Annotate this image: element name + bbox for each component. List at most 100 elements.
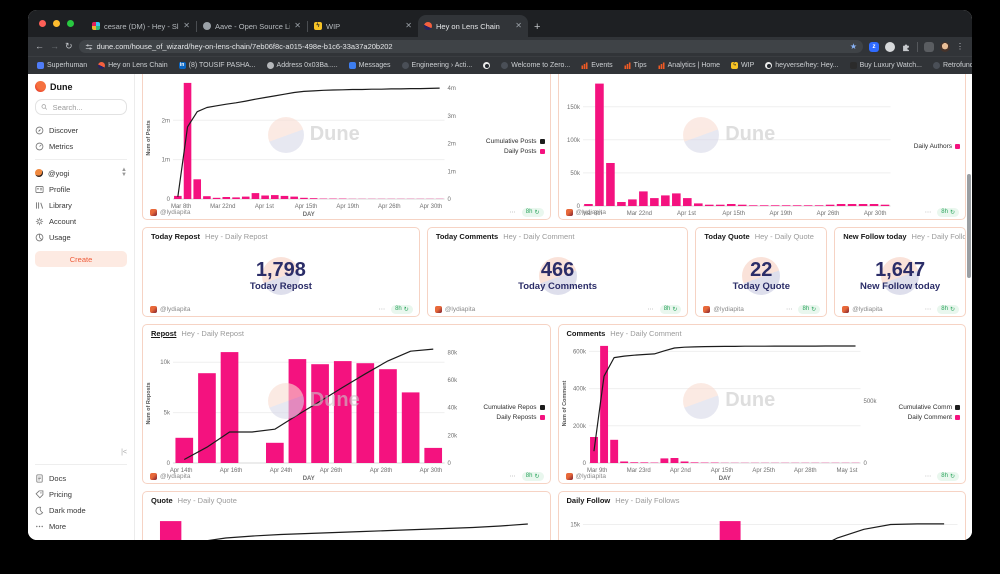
chart-body: 0 200k 400k 600k 0 500k Mar 9th Mar 23rd Apr 2nd… (559, 341, 966, 483)
refresh-badge[interactable]: 8h ↻ (659, 304, 682, 314)
legend-label: Cumulative Repos (483, 403, 537, 411)
bookmark-item[interactable]: Hey on Lens Chain (98, 62, 168, 69)
browser-menu-icon[interactable]: ⋮ (956, 42, 965, 51)
legend-item[interactable]: Daily Reposts (467, 414, 545, 421)
refresh-badge[interactable]: 8h ↻ (798, 304, 821, 314)
sidebar-item-dark-mode[interactable]: Dark mode (35, 502, 127, 518)
bookmark-item[interactable]: Address 0x03Ba..... (266, 62, 338, 69)
legend-item[interactable]: Cumulative Posts (467, 138, 545, 145)
bookmark-item[interactable]: Welcome to Zero... (501, 62, 570, 69)
sidebar-item-discover[interactable]: Discover (35, 122, 127, 138)
svg-text:0: 0 (167, 197, 171, 203)
profile-avatar[interactable] (940, 41, 950, 52)
refresh-badge[interactable]: 8h ↻ (937, 207, 959, 217)
card-menu-icon[interactable]: ⋯ (509, 208, 517, 216)
sidebar-item-usage[interactable]: Usage (35, 229, 127, 245)
reload-button[interactable]: ↻ (65, 42, 73, 51)
bookmark-item[interactable]: Messages (348, 62, 391, 69)
search-input[interactable] (50, 101, 121, 113)
extension-icon[interactable] (924, 41, 934, 52)
bookmark-item[interactable]: ϟ WIP (731, 62, 754, 69)
sidebar-item-metrics[interactable]: Metrics (35, 138, 127, 154)
sidebar-collapse-icon[interactable]: |< (121, 449, 127, 456)
bookmark-item[interactable]: Retrofunding | Vote (932, 62, 972, 69)
counter-title[interactable]: Today Repost (151, 232, 200, 241)
forward-button[interactable]: → (50, 42, 59, 51)
sidebar-item-library[interactable]: Library (35, 197, 127, 213)
chart-title[interactable]: Repost (151, 329, 176, 338)
browser-tab[interactable]: ϟ WIP ✕ (308, 15, 418, 37)
card-menu-icon[interactable]: ⋯ (786, 305, 794, 313)
sidebar-item-more[interactable]: More (35, 518, 127, 534)
refresh-badge[interactable]: 8h ↻ (521, 207, 544, 217)
legend-item[interactable]: Cumulative Comm (882, 404, 960, 411)
card-menu-icon[interactable]: ⋯ (925, 208, 933, 216)
close-window-button[interactable] (39, 20, 46, 27)
legend-item[interactable]: Daily Authors (898, 143, 960, 150)
tab-close-icon[interactable]: ✕ (515, 22, 522, 30)
bookmark-label: Address 0x03Ba..... (276, 62, 338, 69)
refresh-badge[interactable]: 8h ↻ (521, 471, 544, 481)
bookmark-item[interactable]: Events (581, 62, 613, 69)
sidebar-item-account[interactable]: Account (35, 213, 127, 229)
bookmark-item[interactable]: Buy Luxury Watch... (849, 62, 922, 69)
gray-circle-icon (266, 62, 274, 69)
sidebar-search[interactable] (35, 99, 127, 115)
dune-logo[interactable]: Dune (35, 81, 127, 92)
legend-item[interactable]: Daily Posts (467, 148, 545, 155)
svg-text:15k: 15k (570, 522, 580, 528)
tab-close-icon[interactable]: ✕ (183, 22, 190, 30)
address-bar[interactable]: dune.com/house_of_wizard/hey-on-lens-cha… (78, 40, 863, 53)
card-menu-icon[interactable]: ⋯ (379, 305, 387, 313)
sidebar-item-profile[interactable]: Profile (35, 181, 127, 197)
bookmark-star-icon[interactable]: ★ (850, 42, 857, 51)
bookmark-item[interactable]: Analytics | Home (658, 62, 720, 69)
bookmark-item[interactable] (483, 62, 491, 69)
extension-face-icon[interactable] (885, 41, 895, 52)
counter-title[interactable]: Today Quote (704, 232, 749, 241)
card-menu-icon[interactable]: ⋯ (509, 472, 517, 480)
card-menu-icon[interactable]: ⋯ (925, 472, 933, 480)
refresh-badge[interactable]: 8h ↻ (391, 304, 413, 314)
chart-title[interactable]: Comments (567, 329, 606, 338)
create-button[interactable]: Create (35, 251, 127, 267)
chart-title[interactable]: Daily Follow (567, 496, 611, 505)
counter-title[interactable]: Today Comments (436, 232, 498, 241)
sidebar-item-label: Library (49, 200, 72, 210)
svg-text:40k: 40k (448, 406, 458, 412)
browser-tab[interactable]: cesare (DM) - Hey - Slack ✕ (86, 15, 196, 37)
bookmark-item[interactable]: Superhuman (37, 62, 87, 69)
card-menu-icon[interactable]: ⋯ (925, 305, 933, 313)
maximize-window-button[interactable] (67, 20, 74, 27)
chart-title[interactable]: Quote (151, 496, 173, 505)
back-button[interactable]: ← (35, 42, 44, 51)
refresh-badge[interactable]: 8h ↻ (937, 471, 959, 481)
bookmark-label: WIP (741, 62, 755, 69)
card-menu-icon[interactable]: ⋯ (647, 305, 655, 313)
sidebar-user-switcher[interactable]: @yogi ▲ ▼ (35, 165, 127, 181)
extension-z-icon[interactable]: z (869, 41, 879, 52)
tab-close-icon[interactable]: ✕ (294, 22, 301, 30)
sidebar-item-pricing[interactable]: Pricing (35, 486, 127, 502)
dark-square-icon (849, 62, 857, 69)
bookmark-item[interactable]: heyverse/hey: Hey... (765, 62, 839, 69)
aave-icon (203, 22, 211, 30)
new-tab-button[interactable]: + (534, 21, 540, 33)
dune-logo-icon (35, 81, 46, 92)
counter-title[interactable]: New Follow today (843, 232, 906, 241)
extensions-puzzle-icon[interactable] (901, 42, 911, 52)
sidebar-item-docs[interactable]: Docs (35, 470, 127, 486)
browser-tab[interactable]: Hey on Lens Chain ✕ (418, 15, 528, 37)
legend-item[interactable]: Cumulative Repos (467, 404, 545, 411)
bookmark-item[interactable]: in (8) TOUSIF PASHA... (178, 62, 256, 69)
minimize-window-button[interactable] (53, 20, 60, 27)
refresh-badge[interactable]: 8h ↻ (937, 304, 959, 314)
tab-close-icon[interactable]: ✕ (405, 22, 412, 30)
bookmark-item[interactable]: Engineering › Acti... (401, 62, 472, 69)
page-scrollbar[interactable] (967, 174, 971, 278)
chart-posts: 01m2m01m2m3m4mMar 8th Mar 22nd Apr 1st Apr … (146, 82, 456, 218)
bookmark-item[interactable]: Tips (624, 62, 647, 69)
legend-item[interactable]: Daily Comment (882, 414, 960, 421)
browser-tab[interactable]: Aave - Open Source Liquidity✕ (197, 15, 307, 37)
counter-label: Today Comments (518, 281, 598, 292)
